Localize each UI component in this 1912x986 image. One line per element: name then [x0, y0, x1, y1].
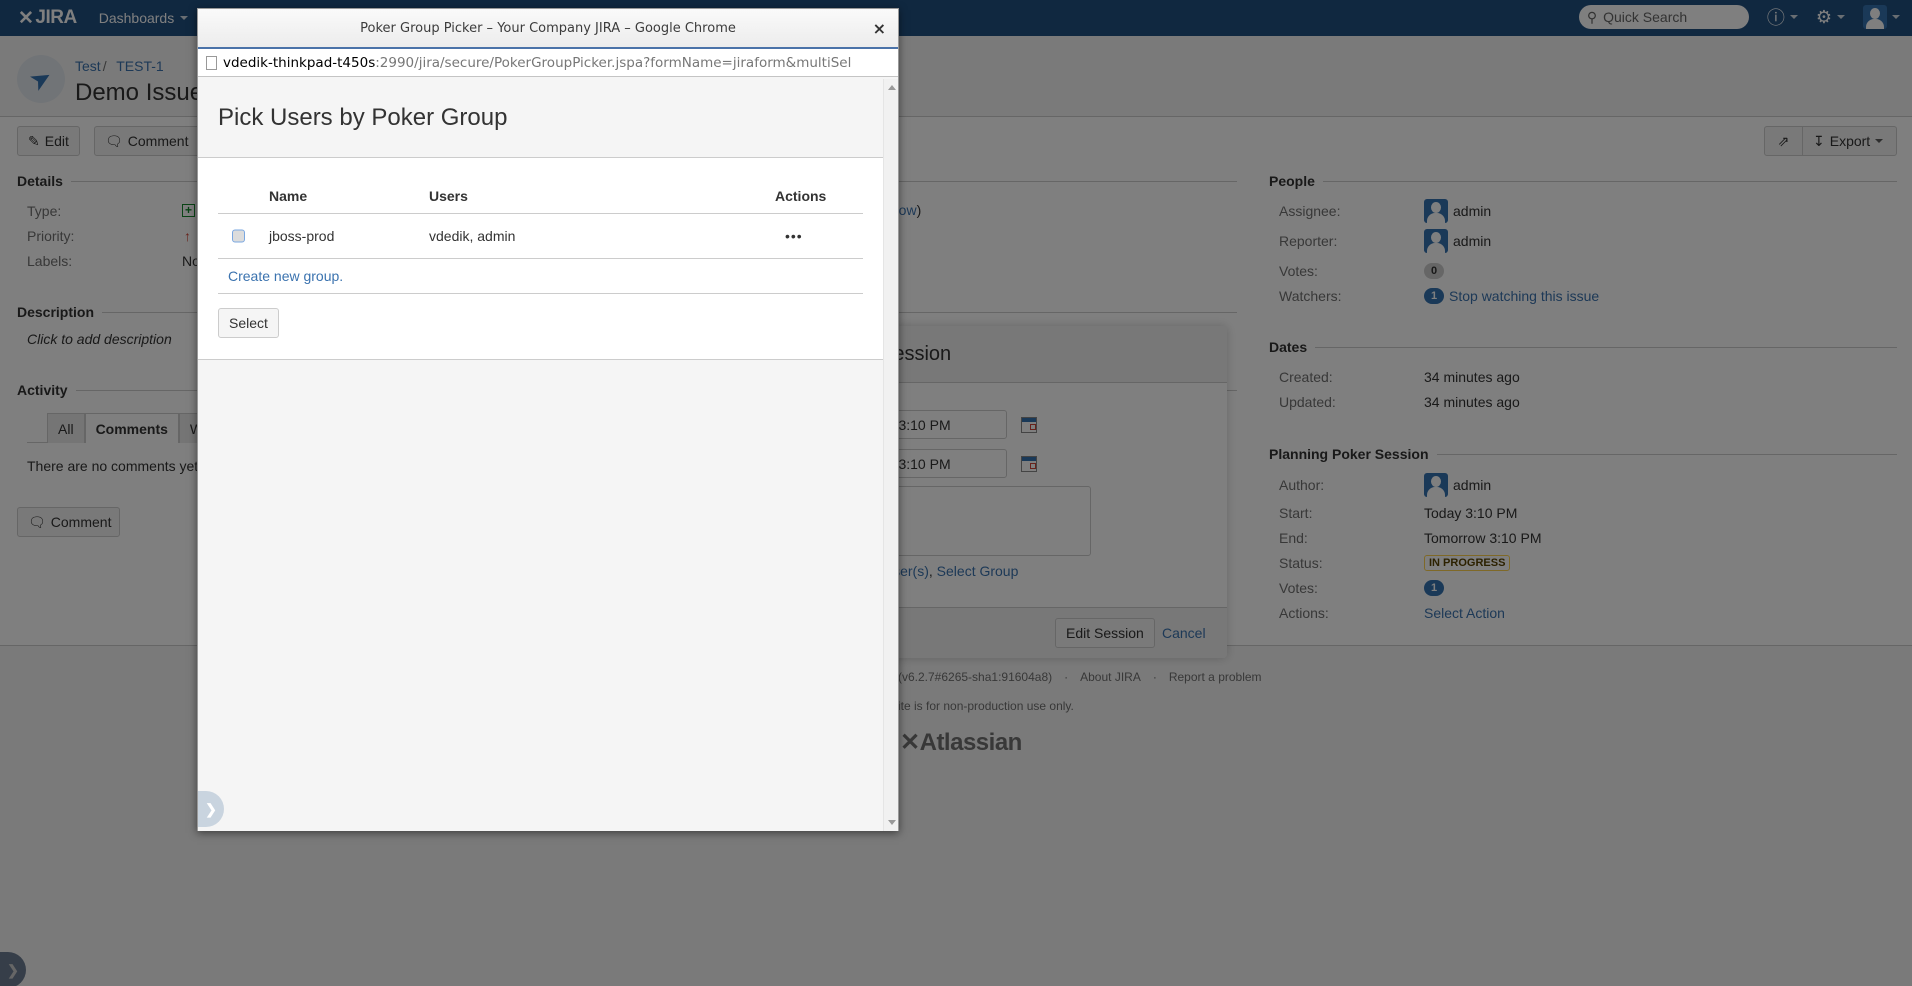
- create-new-group-link[interactable]: Create new group.: [228, 268, 343, 284]
- scroll-up-icon[interactable]: [888, 85, 896, 90]
- window-titlebar[interactable]: Poker Group Picker – Your Company JIRA –…: [198, 9, 898, 49]
- sidebar-expand-handle[interactable]: ❯: [198, 791, 224, 827]
- table-header: Name Users Actions: [218, 178, 863, 214]
- table-row: jboss-prod vdedik, admin •••: [218, 214, 863, 259]
- column-actions: Actions: [775, 187, 827, 204]
- group-users: vdedik, admin: [429, 228, 516, 244]
- page-title: Pick Users by Poker Group: [198, 79, 884, 158]
- group-radio[interactable]: [232, 229, 245, 243]
- close-icon[interactable]: ×: [873, 19, 886, 38]
- chevron-right-icon: ❯: [205, 800, 217, 817]
- select-button[interactable]: Select: [218, 308, 279, 338]
- poker-group-picker-window: Poker Group Picker – Your Company JIRA –…: [197, 8, 899, 831]
- group-name: jboss-prod: [269, 228, 335, 244]
- page-icon: [206, 55, 217, 70]
- groups-table: Name Users Actions jboss-prod vdedik, ad…: [218, 178, 863, 294]
- column-users[interactable]: Users: [429, 188, 468, 204]
- scroll-down-icon[interactable]: [888, 820, 896, 825]
- url-bar[interactable]: vdedik-thinkpad-t450s:2990/jira/secure/P…: [198, 49, 898, 77]
- popup-content: Pick Users by Poker Group Name Users Act…: [198, 79, 884, 831]
- window-title: Poker Group Picker – Your Company JIRA –…: [360, 20, 736, 36]
- column-name[interactable]: Name: [269, 188, 307, 204]
- more-actions-icon[interactable]: •••: [785, 228, 803, 244]
- vertical-scrollbar[interactable]: [883, 79, 898, 831]
